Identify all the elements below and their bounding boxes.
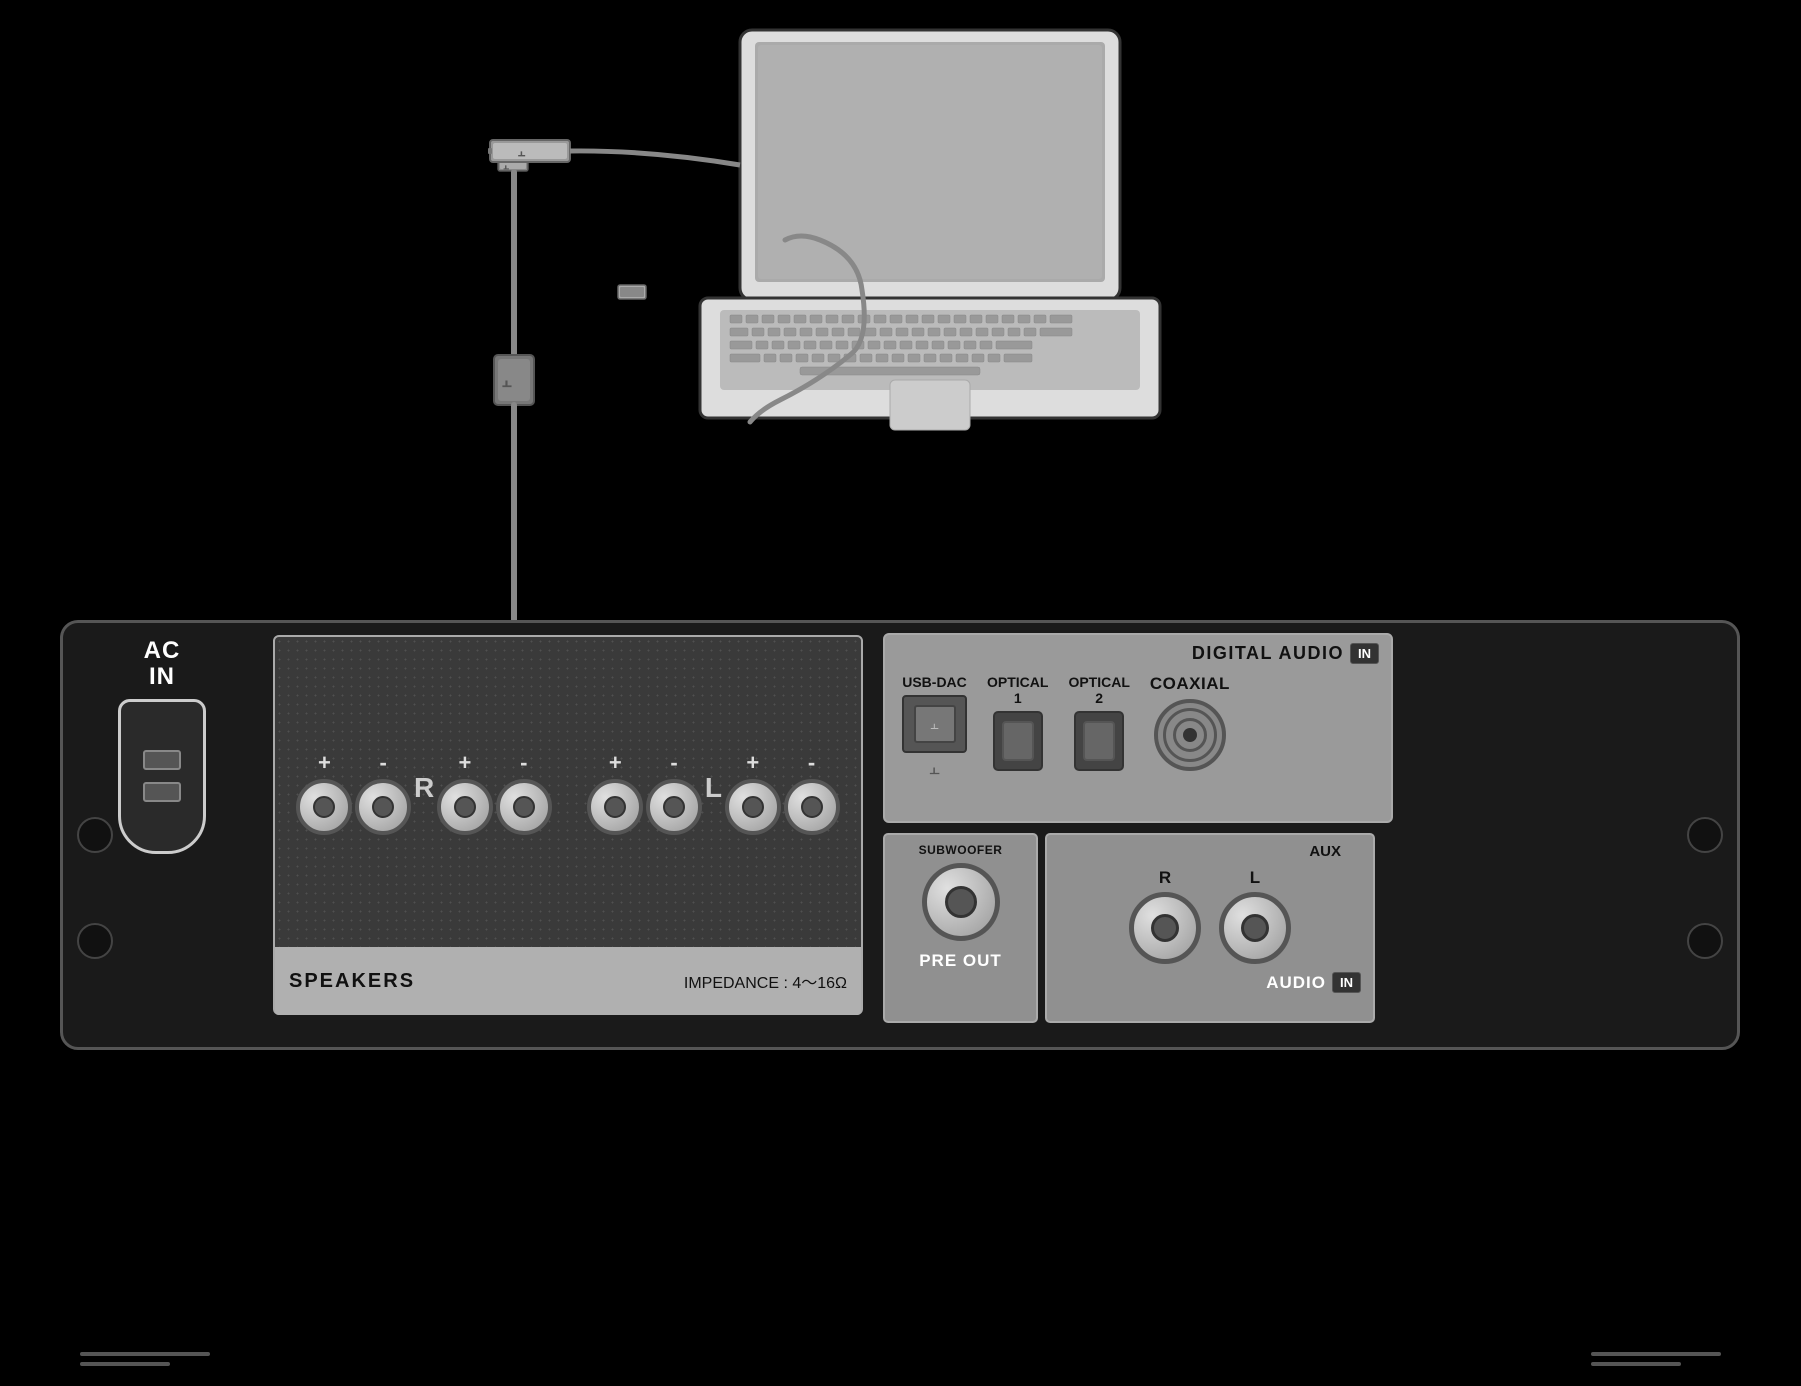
optical1-port [993, 711, 1043, 771]
bottom-line-left-2 [80, 1362, 170, 1366]
subwoofer-label: SUBWOOFER [919, 843, 1003, 857]
l-channel-group: L [1219, 868, 1291, 964]
terminal-knob-6 [646, 779, 702, 835]
r-channel-group: R [1129, 868, 1201, 964]
pre-out-label: PRE OUT [919, 951, 1002, 971]
usb-dac-port: ⫠ [902, 695, 967, 753]
terminal-minus-4: - [808, 750, 815, 776]
speakers-section: + - R + [273, 635, 863, 1015]
terminal-knob-3 [437, 779, 493, 835]
speakers-footer: SPEAKERS IMPEDANCE : 4～16Ω [275, 947, 861, 1015]
power-slot-top [143, 750, 181, 770]
svg-text:⫠: ⫠ [518, 145, 526, 159]
audio-in-text: AUDIO [1266, 973, 1326, 993]
audio-in-header: AUX [1059, 843, 1361, 860]
svg-text:⫠: ⫠ [503, 161, 509, 172]
mount-hole-right-bottom [1687, 923, 1723, 959]
aux-label: AUX [1309, 843, 1341, 860]
pre-out-section: SUBWOOFER PRE OUT [883, 833, 1038, 1023]
amplifier-unit: AC IN + - [60, 620, 1740, 1050]
optical2-label-line2: 2 [1068, 690, 1129, 706]
usb-dac-label: USB-DAC [902, 674, 967, 690]
power-slot-bottom [143, 782, 181, 802]
speaker-terminals-area: + - R + [275, 637, 861, 947]
digital-audio-section: DIGITAL AUDIO IN USB-DAC ⫠ ⫠ OPTICAL 1 [883, 633, 1393, 823]
terminal-minus-1: - [380, 750, 387, 776]
mount-hole-right-top [1687, 817, 1723, 853]
terminal-minus-3: - [670, 750, 677, 776]
bottom-lines-right [1591, 1352, 1721, 1366]
digital-audio-in-badge: IN [1350, 643, 1379, 664]
optical2-port-group: OPTICAL 2 [1068, 674, 1129, 771]
digital-audio-label: DIGITAL AUDIO [1192, 643, 1344, 664]
bottom-line-right-2 [1591, 1362, 1681, 1366]
pre-out-rca [922, 863, 1000, 941]
usb-dac-port-group: USB-DAC ⫠ ⫠ [902, 674, 967, 779]
r-rca-connector [1129, 892, 1201, 964]
speakers-label: SPEAKERS [289, 970, 415, 993]
bottom-line-left-1 [80, 1352, 210, 1356]
audio-channels-row: R L [1059, 868, 1361, 964]
mount-hole-left-bottom [77, 923, 113, 959]
terminal-plus-1: + [318, 750, 331, 776]
usb-symbol-below: ⫠ [929, 758, 940, 779]
optical1-label-line2: 1 [987, 690, 1048, 706]
optical1-port-group: OPTICAL 1 [987, 674, 1048, 771]
digital-ports-row: USB-DAC ⫠ ⫠ OPTICAL 1 [897, 670, 1379, 783]
bottom-lines-left [80, 1352, 210, 1366]
coaxial-port [1154, 699, 1226, 771]
digital-audio-header: DIGITAL AUDIO IN [897, 643, 1379, 664]
terminal-knob-5 [587, 779, 643, 835]
coaxial-label: COAXIAL [1150, 674, 1230, 694]
speaker-r-label: R [414, 772, 434, 804]
terminal-plus-2: + [459, 750, 472, 776]
l-rca-connector [1219, 892, 1291, 964]
power-connector [118, 699, 206, 854]
r-channel-label: R [1159, 868, 1171, 888]
terminal-knob-8 [784, 779, 840, 835]
audio-in-footer: AUDIO IN [1059, 972, 1361, 993]
optical2-port [1074, 711, 1124, 771]
impedance-label: IMPEDANCE : 4～16Ω [684, 969, 847, 993]
svg-text:⫠: ⫠ [502, 374, 512, 391]
mount-hole-left-top [77, 817, 113, 853]
terminal-knob-1 [296, 779, 352, 835]
terminal-knob-2 [355, 779, 411, 835]
audio-in-badge: IN [1332, 972, 1361, 993]
terminal-knob-7 [725, 779, 781, 835]
terminal-plus-4: + [746, 750, 759, 776]
ac-in-label: AC IN [144, 638, 181, 691]
audio-in-section: AUX R L AUDIO IN [1045, 833, 1375, 1023]
bottom-line-right-1 [1591, 1352, 1721, 1356]
terminal-knob-4 [496, 779, 552, 835]
terminal-plus-3: + [609, 750, 622, 776]
l-channel-label: L [1250, 868, 1260, 888]
speaker-l-label: L [705, 772, 722, 804]
coaxial-port-group: COAXIAL [1150, 674, 1230, 771]
terminal-minus-2: - [520, 750, 527, 776]
optical1-label-line1: OPTICAL [987, 674, 1048, 690]
optical2-label-line1: OPTICAL [1068, 674, 1129, 690]
